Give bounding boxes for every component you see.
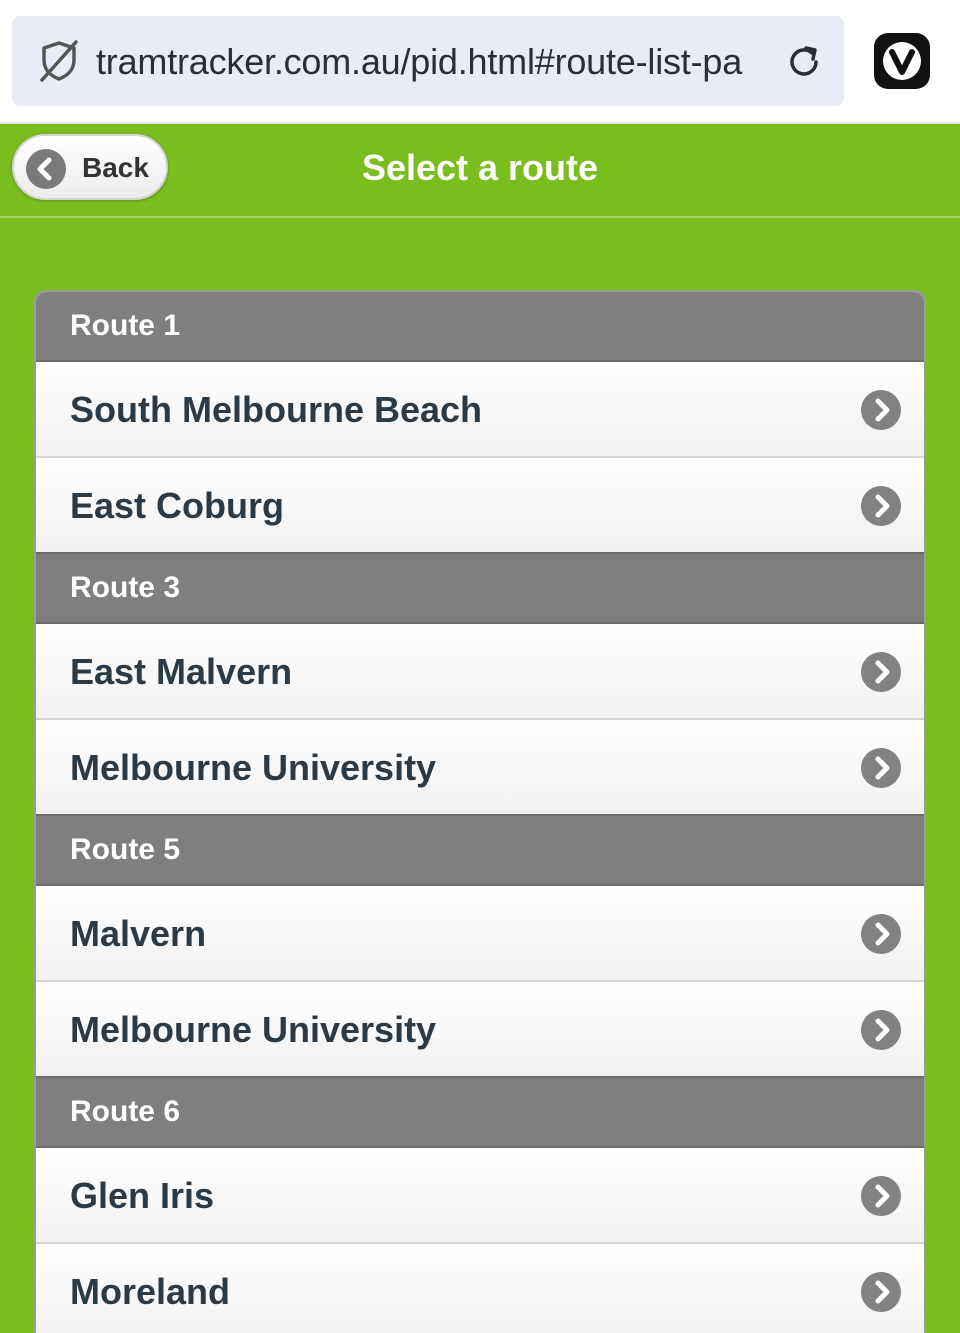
route-group-header: Route 3 [36,554,924,624]
route-item[interactable]: Melbourne University [36,720,924,816]
address-bar[interactable]: tramtracker.com.au/pid.html#route-list-p… [12,16,844,106]
chevron-right-icon [861,486,901,526]
route-item[interactable]: Glen Iris [36,1148,924,1244]
chevron-right-icon [861,914,901,954]
chevron-right-icon [861,748,901,788]
route-group-label: Route 3 [70,571,181,604]
reload-icon[interactable] [782,40,826,84]
url-text[interactable]: tramtracker.com.au/pid.html#route-list-p… [96,40,768,84]
browser-toolbar: tramtracker.com.au/pid.html#route-list-p… [0,0,960,124]
route-group-label: Route 5 [70,833,181,866]
route-item[interactable]: Melbourne University [36,982,924,1078]
route-destination: East Malvern [70,651,293,692]
route-item[interactable]: Malvern [36,886,924,982]
page-title: Select a route [361,147,599,188]
route-group-label: Route 6 [70,1095,181,1128]
shield-slash-icon[interactable] [36,38,82,84]
route-destination: East Coburg [70,485,285,526]
route-destination: Melbourne University [70,747,437,788]
route-item[interactable]: South Melbourne Beach [36,362,924,458]
route-destination: Melbourne University [70,1009,437,1050]
chevron-right-icon [861,1010,901,1050]
vivaldi-logo-icon[interactable] [874,33,930,89]
chevron-right-icon [861,1176,901,1216]
route-destination: Moreland [70,1271,231,1312]
route-group-header: Route 1 [36,292,924,362]
back-button-label: Back [82,152,149,183]
route-group-header: Route 6 [36,1078,924,1148]
back-button[interactable]: Back [12,134,168,200]
route-destination: Malvern [70,913,207,954]
chevron-left-icon [26,149,66,189]
route-list: Route 1 South Melbourne Beach East Cobur… [34,290,926,1333]
route-group-header: Route 5 [36,816,924,886]
route-destination: Glen Iris [70,1175,215,1216]
route-destination: South Melbourne Beach [70,389,483,430]
chevron-right-icon [861,652,901,692]
app-header: Back Select a route [0,126,960,218]
chevron-right-icon [861,390,901,430]
route-item[interactable]: Moreland [36,1244,924,1333]
route-group-label: Route 1 [70,309,181,342]
route-item[interactable]: East Malvern [36,624,924,720]
route-item[interactable]: East Coburg [36,458,924,554]
chevron-right-icon [861,1272,901,1312]
